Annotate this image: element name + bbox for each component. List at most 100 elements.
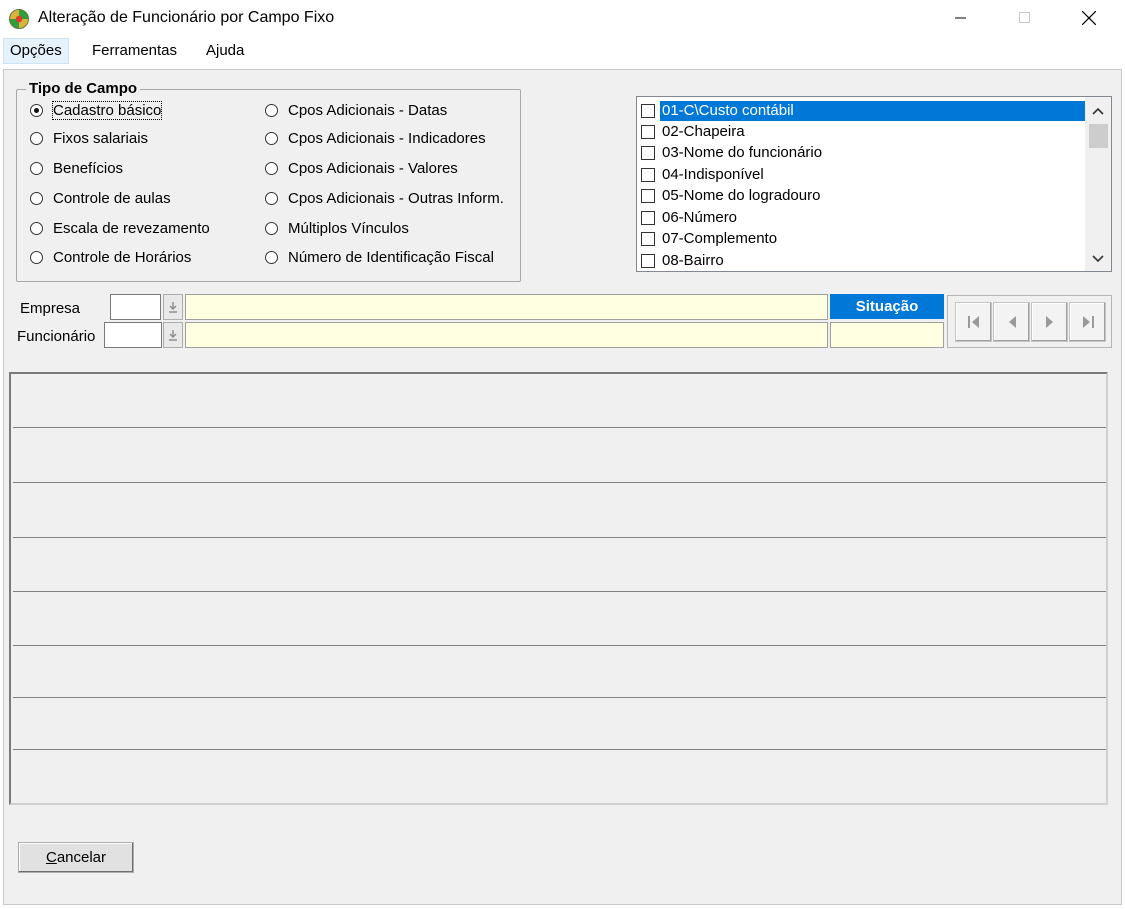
funcionario-label: Funcionário xyxy=(17,328,96,345)
download-arrow-icon xyxy=(169,330,177,341)
radio-beneficios[interactable]: Benefícios xyxy=(30,158,123,178)
radio-label: Controle de aulas xyxy=(53,189,171,207)
title-bar[interactable]: Alteração de Funcionário por Campo Fixo xyxy=(0,0,1125,38)
scroll-down-button[interactable] xyxy=(1085,248,1111,270)
maximize-button xyxy=(1002,0,1048,36)
checkbox[interactable] xyxy=(641,124,655,139)
list-item[interactable]: 02-Chapeira xyxy=(641,121,1087,142)
list-item[interactable]: 04-Indisponível xyxy=(641,164,1087,185)
radio-cadastro-basico[interactable]: Cadastro básico xyxy=(30,100,163,120)
list-item[interactable]: 08-Bairro xyxy=(641,250,1087,271)
table-row[interactable] xyxy=(13,538,1106,592)
last-record-button[interactable] xyxy=(1069,302,1106,342)
radio-icon xyxy=(265,103,278,117)
list-item-label: 05-Nome do logradouro xyxy=(662,186,821,204)
app-icon xyxy=(9,9,29,29)
radio-label: Cadastro básico xyxy=(51,100,163,120)
table-row[interactable] xyxy=(13,750,1106,803)
download-arrow-icon xyxy=(169,302,177,313)
radio-icon xyxy=(265,131,278,145)
list-item[interactable]: 06-Número xyxy=(641,207,1087,228)
radio-icon xyxy=(265,161,278,175)
table-row[interactable] xyxy=(13,429,1106,483)
menu-opcoes[interactable]: Opções xyxy=(3,38,69,64)
radio-icon xyxy=(30,221,43,235)
minimize-icon xyxy=(955,17,966,19)
next-icon xyxy=(1045,316,1053,328)
checkbox[interactable] xyxy=(641,210,655,225)
cancel-button[interactable]: Cancelar xyxy=(18,842,134,873)
empresa-label: Empresa xyxy=(20,300,81,317)
situacao-header: Situação xyxy=(830,294,944,319)
list-item-label: 08-Bairro xyxy=(662,251,724,269)
radio-icon xyxy=(265,191,278,205)
first-record-button[interactable] xyxy=(955,302,992,342)
table-row[interactable] xyxy=(13,484,1106,538)
funcionario-lookup-button[interactable] xyxy=(163,322,183,348)
previous-icon xyxy=(1008,316,1016,328)
table-row[interactable] xyxy=(13,592,1106,646)
radio-cpos-outras[interactable]: Cpos Adicionais - Outras Inform. xyxy=(265,188,504,208)
radio-icon xyxy=(30,191,43,205)
radio-label: Cpos Adicionais - Datas xyxy=(288,101,448,119)
menu-ferramentas[interactable]: Ferramentas xyxy=(86,38,183,64)
table-row[interactable] xyxy=(13,374,1106,428)
radio-label: Benefícios xyxy=(53,159,124,177)
minimize-button[interactable] xyxy=(938,0,984,36)
list-item-label: 04-Indisponível xyxy=(662,165,764,183)
radio-icon xyxy=(265,221,278,235)
previous-record-button[interactable] xyxy=(993,302,1030,342)
next-record-button[interactable] xyxy=(1031,302,1068,342)
list-item[interactable]: 07-Complemento xyxy=(641,228,1087,249)
radio-label: Cpos Adicionais - Outras Inform. xyxy=(288,189,504,207)
list-item[interactable]: 03-Nome do funcionário xyxy=(641,142,1087,163)
radio-cpos-datas[interactable]: Cpos Adicionais - Datas xyxy=(265,100,447,120)
close-button[interactable] xyxy=(1066,0,1112,36)
maximize-icon xyxy=(1019,12,1030,23)
close-icon xyxy=(1082,11,1096,25)
radio-label: Múltiplos Vínculos xyxy=(288,219,409,237)
checkbox[interactable] xyxy=(641,253,655,268)
radio-icon xyxy=(265,250,278,264)
chevron-up-icon xyxy=(1092,107,1104,115)
cancel-accelerator: C xyxy=(45,849,57,866)
empresa-code-input[interactable] xyxy=(110,294,161,320)
list-item[interactable]: 05-Nome do logradouro xyxy=(641,185,1087,206)
radio-nif[interactable]: Número de Identificação Fiscal xyxy=(265,247,494,267)
checkbox[interactable] xyxy=(641,167,655,182)
menu-ajuda[interactable]: Ajuda xyxy=(200,38,250,64)
list-item-label: 07-Complemento xyxy=(662,229,778,247)
cancel-label: ancelar xyxy=(56,849,107,866)
radio-icon xyxy=(30,161,43,175)
checkbox[interactable] xyxy=(641,145,655,160)
radio-label: Número de Identificação Fiscal xyxy=(288,248,494,266)
table-row[interactable] xyxy=(13,644,1106,698)
radio-icon xyxy=(30,131,43,145)
scroll-up-button[interactable] xyxy=(1085,100,1111,122)
radio-controle-aulas[interactable]: Controle de aulas xyxy=(30,188,171,208)
situacao-value xyxy=(830,322,944,348)
radio-cpos-indicadores[interactable]: Cpos Adicionais - Indicadores xyxy=(265,128,486,148)
radio-controle-horarios[interactable]: Controle de Horários xyxy=(30,247,191,267)
scroll-thumb[interactable] xyxy=(1089,124,1108,148)
field-checklist[interactable]: 01-C\Custo contábil 02-Chapeira 03-Nome … xyxy=(636,96,1112,272)
radio-escala-revezamento[interactable]: Escala de revezamento xyxy=(30,218,210,238)
funcionario-name-field xyxy=(185,322,828,348)
checkbox[interactable] xyxy=(641,231,655,246)
radio-multiplos-vinculos[interactable]: Múltiplos Vínculos xyxy=(265,218,409,238)
radio-fixos-salariais[interactable]: Fixos salariais xyxy=(30,128,148,148)
list-item-label: 01-C\Custo contábil xyxy=(660,100,1087,121)
chevron-down-icon xyxy=(1092,255,1104,263)
checkbox[interactable] xyxy=(641,188,655,203)
checkbox[interactable] xyxy=(641,103,655,118)
table-row[interactable] xyxy=(13,696,1106,750)
empresa-lookup-button[interactable] xyxy=(163,294,183,320)
radio-icon xyxy=(30,250,43,264)
data-grid[interactable] xyxy=(9,372,1108,805)
list-item[interactable]: 01-C\Custo contábil xyxy=(641,100,1087,121)
list-item-label: 03-Nome do funcionário xyxy=(662,143,823,161)
funcionario-code-input[interactable] xyxy=(104,322,162,348)
radio-label: Cpos Adicionais - Valores xyxy=(288,159,458,177)
radio-cpos-valores[interactable]: Cpos Adicionais - Valores xyxy=(265,158,458,178)
radio-label: Controle de Horários xyxy=(53,248,192,266)
